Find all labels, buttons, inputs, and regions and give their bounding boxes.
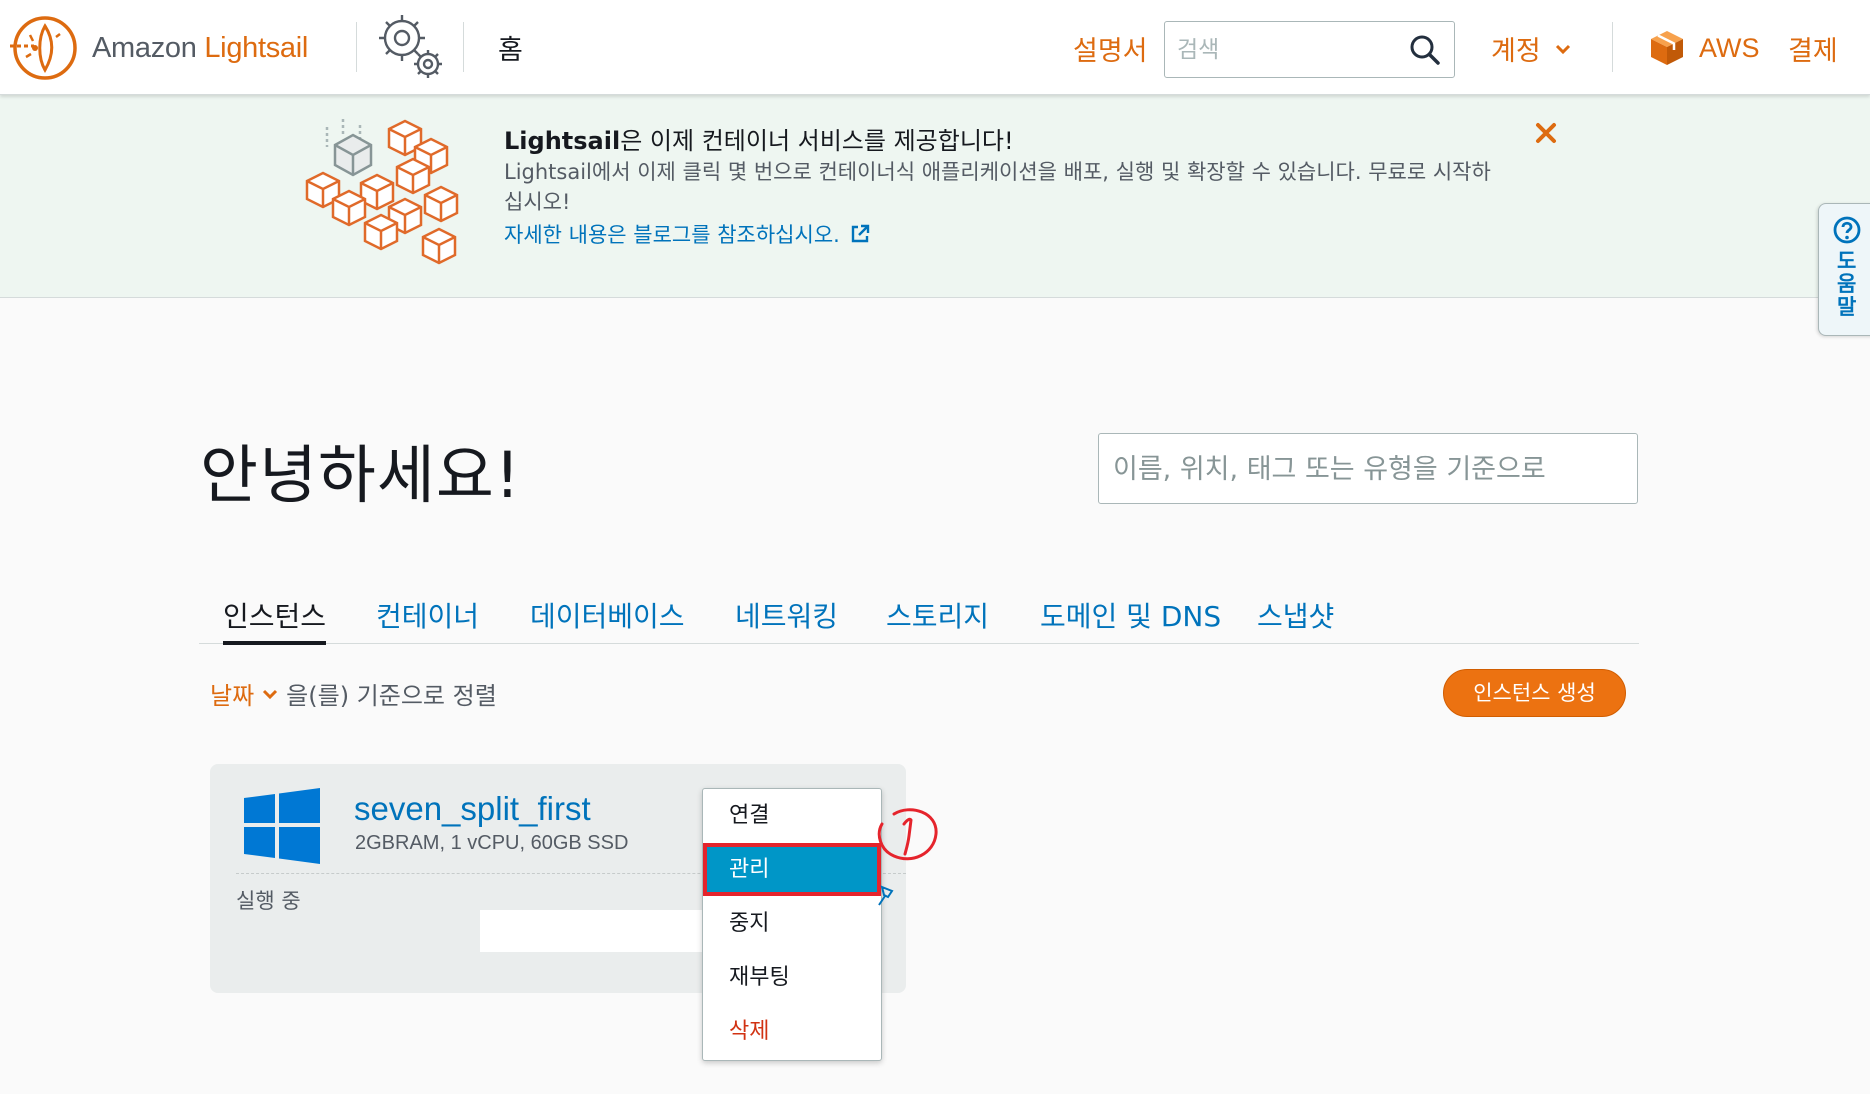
chevron-down-icon <box>1555 44 1570 54</box>
resource-tabs: 인스턴스 컨테이너 데이터베이스 네트워킹 스토리지 도메인 및 DNS 스냅샷 <box>199 595 1639 645</box>
ip-address-field <box>480 910 710 952</box>
instance-actions-menu: 연결 관리 중지 재부팅 삭제 <box>702 788 882 1061</box>
chevron-down-icon[interactable] <box>262 688 278 700</box>
banner-title: Lightsail은 이제 컨테이너 서비스를 제공합니다! <box>504 127 1014 155</box>
page-greeting: 안녕하세요! <box>200 439 522 512</box>
tab-networking[interactable]: 네트워킹 <box>735 595 838 644</box>
account-menu[interactable]: 계정 <box>1491 29 1571 68</box>
aws-label: AWS <box>1699 32 1760 63</box>
resource-filter <box>1098 433 1638 504</box>
banner-description: Lightsail에서 이제 클릭 몇 번으로 컨테이너식 애플리케이션을 배포… <box>504 160 1491 214</box>
tab-databases[interactable]: 데이터베이스 <box>530 595 685 644</box>
aws-console-link[interactable]: AWS <box>1647 28 1760 68</box>
nav-divider <box>356 22 357 72</box>
search-input[interactable] <box>1177 35 1397 65</box>
create-instance-button[interactable]: 인스턴스 생성 <box>1443 669 1626 717</box>
step-one-annotation <box>877 808 938 861</box>
lightsail-logo-icon <box>10 16 77 80</box>
tab-snapshots[interactable]: 스냅샷 <box>1257 595 1334 644</box>
help-side-tab[interactable]: 도움말 <box>1818 203 1870 336</box>
tab-domains-dns[interactable]: 도메인 및 DNS <box>1040 595 1221 644</box>
billing-link[interactable]: 결제 <box>1788 29 1838 68</box>
containers-illustration <box>305 119 459 265</box>
sort-key-dropdown[interactable]: 날짜 <box>210 676 254 711</box>
search-icon[interactable] <box>1409 34 1441 66</box>
settings-button[interactable] <box>372 10 448 84</box>
aws-cube-icon <box>1651 31 1683 65</box>
global-search <box>1164 21 1455 78</box>
external-link-icon <box>851 224 870 243</box>
instance-status: 실행 중 <box>236 889 301 913</box>
help-icon <box>1833 216 1861 244</box>
menu-item-connect[interactable]: 연결 <box>703 789 881 842</box>
blog-link[interactable]: 자세한 내용은 블로그를 참조하십시오. <box>504 219 870 249</box>
instance-specs: 2GBRAM, 1 vCPU, 60GB SSD <box>355 832 629 854</box>
top-navigation: Amazon Lightsail 홈 설명서 계정 <box>0 0 1870 95</box>
tab-storage[interactable]: 스토리지 <box>886 595 989 644</box>
blog-link-label: 자세한 내용은 블로그를 참조하십시오. <box>504 223 840 247</box>
pin-icon[interactable] <box>876 885 894 907</box>
filter-input[interactable] <box>1113 452 1623 486</box>
instance-name-link[interactable]: seven_split_first <box>354 790 591 828</box>
menu-item-delete[interactable]: 삭제 <box>703 1005 881 1058</box>
menu-item-manage[interactable]: 관리 <box>703 843 881 896</box>
windows-logo-icon <box>244 788 320 864</box>
menu-item-reboot[interactable]: 재부팅 <box>703 951 881 1004</box>
sort-control: 날짜 을(를) 기준으로 정렬 <box>210 676 497 711</box>
sort-label: 을(를) 기준으로 정렬 <box>286 682 497 710</box>
tab-instances[interactable]: 인스턴스 <box>223 595 327 645</box>
gear-icon <box>379 15 442 78</box>
nav-divider <box>463 22 464 72</box>
close-icon[interactable] <box>1530 117 1562 149</box>
documentation-link[interactable]: 설명서 <box>1073 29 1148 68</box>
menu-item-stop[interactable]: 중지 <box>703 897 881 950</box>
account-label: 계정 <box>1491 36 1541 67</box>
lightsail-home-link[interactable]: Amazon Lightsail <box>8 14 308 82</box>
home-link[interactable]: 홈 <box>498 28 523 67</box>
help-label: 도움말 <box>1837 249 1857 319</box>
tab-containers[interactable]: 컨테이너 <box>376 595 479 644</box>
announcement-banner: Lightsail은 이제 컨테이너 서비스를 제공합니다! Lightsail… <box>0 95 1870 298</box>
brand-name: Amazon Lightsail <box>92 31 309 64</box>
nav-divider <box>1612 22 1613 72</box>
